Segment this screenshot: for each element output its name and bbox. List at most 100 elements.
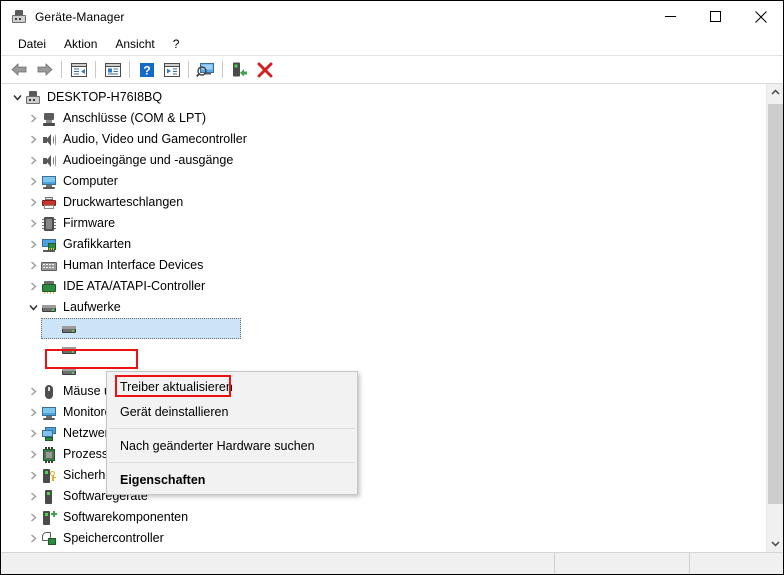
mouse-icon	[41, 384, 57, 400]
window-controls	[648, 1, 783, 32]
tree-row-system-devices[interactable]: Systemgeräte	[1, 549, 766, 552]
context-menu-item-update-driver[interactable]: Treiber aktualisieren	[107, 374, 357, 399]
chevron-right-icon[interactable]	[25, 444, 41, 465]
chevron-right-icon[interactable]	[25, 150, 41, 171]
tree-row-display-adapters[interactable]: Grafikkarten	[1, 234, 766, 255]
chevron-down-icon[interactable]	[25, 297, 41, 318]
port-icon	[41, 111, 57, 127]
chevron-right-icon[interactable]	[25, 276, 41, 297]
tree-row-label: Computer	[63, 174, 118, 188]
tree-row-firmware[interactable]: Firmware	[1, 213, 766, 234]
monitor-icon	[41, 405, 57, 421]
chevron-down-icon[interactable]	[9, 87, 25, 108]
tree-row-label: Audioeingänge und -ausgänge	[63, 153, 234, 167]
menu-bar: Datei Aktion Ansicht ?	[1, 32, 783, 56]
minimize-button[interactable]	[648, 1, 693, 32]
system-device-icon	[41, 552, 57, 553]
status-bar-pane-2	[555, 553, 690, 574]
scan-hardware-changes-icon[interactable]	[193, 58, 218, 82]
chevron-right-icon[interactable]	[25, 486, 41, 507]
chevron-right-icon[interactable]	[25, 381, 41, 402]
device-tree[interactable]: DESKTOP-H76I8BQ Anschlüsse (COM & LPT) A…	[1, 84, 766, 552]
menu-aktion[interactable]: Aktion	[55, 35, 106, 53]
tree-row-label: Audio, Video und Gamecontroller	[63, 132, 247, 146]
tree-row-drive-2[interactable]	[1, 339, 766, 360]
device-manager-window: Geräte-Manager Datei Aktion Ansicht ? ? …	[0, 0, 784, 575]
context-menu-item-scan-hardware-changes[interactable]: Nach geänderter Hardware suchen	[107, 433, 357, 458]
tree-row-print-queues[interactable]: Druckwarteschlangen	[1, 192, 766, 213]
context-menu[interactable]: Treiber aktualisieren Gerät deinstallier…	[106, 371, 358, 495]
tree-row-storage-controllers[interactable]: Speichercontroller	[1, 528, 766, 549]
tree-row-computer[interactable]: Computer	[1, 171, 766, 192]
toolbar: ?	[1, 56, 783, 84]
context-menu-item-properties[interactable]: Eigenschaften	[107, 467, 357, 492]
tree-row-label: Speichercontroller	[63, 531, 164, 545]
menu-datei[interactable]: Datei	[9, 35, 55, 53]
tree-row-label: DESKTOP-H76I8BQ	[47, 90, 163, 104]
maximize-button[interactable]	[693, 1, 738, 32]
window-title: Geräte-Manager	[35, 9, 125, 24]
tree-row-label: Firmware	[63, 216, 116, 230]
tree-row-software-components[interactable]: Softwarekomponenten	[1, 507, 766, 528]
tree-row-label: Systemgeräte	[63, 549, 140, 552]
computer-root-icon	[25, 90, 41, 106]
tree-row-audio-video-gamecontroller[interactable]: Audio, Video und Gamecontroller	[1, 129, 766, 150]
chevron-right-icon[interactable]	[25, 549, 41, 552]
tree-row-anschluesse[interactable]: Anschlüsse (COM & LPT)	[1, 108, 766, 129]
tree-row-label: Druckwarteschlangen	[63, 195, 184, 209]
menu-help[interactable]: ?	[164, 35, 189, 53]
chevron-right-icon[interactable]	[25, 423, 41, 444]
scrollbar-thumb[interactable]	[768, 104, 783, 504]
chevron-right-icon[interactable]	[25, 402, 41, 423]
close-button[interactable]	[738, 1, 783, 32]
context-menu-separator	[109, 428, 355, 429]
context-menu-label: Gerät deinstallieren	[120, 404, 229, 419]
software-device-icon	[41, 489, 57, 505]
scroll-up-button[interactable]	[767, 84, 783, 101]
chevron-right-icon[interactable]	[25, 255, 41, 276]
security-device-icon	[41, 468, 57, 484]
tree-row-laufwerke[interactable]: Laufwerke	[1, 297, 766, 318]
drive-icon	[61, 342, 77, 358]
chevron-right-icon[interactable]	[25, 528, 41, 549]
speaker-icon	[41, 132, 57, 148]
tree-row-ide-ata-atapi-controller[interactable]: IDE ATA/ATAPI-Controller	[1, 276, 766, 297]
tree-row-label: Monitore	[63, 405, 112, 419]
drive-icon	[61, 363, 77, 379]
chevron-right-icon[interactable]	[25, 213, 41, 234]
vertical-scrollbar[interactable]	[766, 84, 783, 552]
printer-icon	[41, 195, 57, 211]
tree-row-audio-inputs-outputs[interactable]: Audioeingänge und -ausgänge	[1, 150, 766, 171]
context-menu-label: Treiber aktualisieren	[120, 379, 233, 394]
chevron-right-icon[interactable]	[25, 465, 41, 486]
status-bar-main-pane	[1, 553, 555, 574]
chevron-right-icon[interactable]	[25, 192, 41, 213]
chevron-right-icon[interactable]	[25, 108, 41, 129]
chevron-right-icon[interactable]	[25, 234, 41, 255]
update-driver-icon[interactable]	[227, 58, 252, 82]
list-view-icon[interactable]	[159, 58, 184, 82]
forward-arrow-icon[interactable]	[32, 58, 57, 82]
tree-row-label: Grafikkarten	[63, 237, 132, 251]
ide-controller-icon	[41, 279, 57, 295]
chevron-right-icon[interactable]	[25, 129, 41, 150]
tree-row-human-interface-devices[interactable]: Human Interface Devices	[1, 255, 766, 276]
show-hide-console-tree-icon[interactable]	[66, 58, 91, 82]
chevron-right-icon[interactable]	[25, 171, 41, 192]
toolbar-separator	[188, 61, 189, 78]
chevron-right-icon[interactable]	[25, 507, 41, 528]
storage-controller-icon	[41, 531, 57, 547]
tree-row-root[interactable]: DESKTOP-H76I8BQ	[1, 87, 766, 108]
context-menu-item-uninstall-device[interactable]: Gerät deinstallieren	[107, 399, 357, 424]
uninstall-device-icon[interactable]	[252, 58, 277, 82]
properties-icon[interactable]	[100, 58, 125, 82]
hid-icon	[41, 258, 57, 274]
status-bar-pane-3	[690, 553, 783, 574]
menu-ansicht[interactable]: Ansicht	[106, 35, 163, 53]
help-icon[interactable]: ?	[134, 58, 159, 82]
scroll-down-button[interactable]	[767, 535, 783, 552]
toolbar-separator	[61, 61, 62, 78]
back-arrow-icon[interactable]	[7, 58, 32, 82]
tree-row-drive-1[interactable]	[1, 318, 766, 339]
tree-row-label: Laufwerke	[63, 300, 121, 314]
